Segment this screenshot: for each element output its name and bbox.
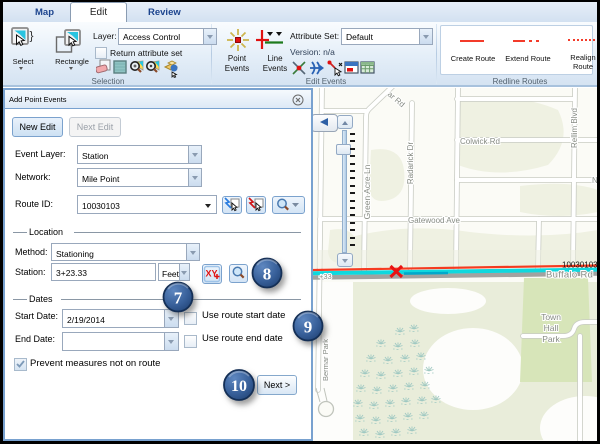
svg-text:}: } bbox=[30, 29, 34, 43]
svg-text:Hall: Hall bbox=[544, 323, 559, 333]
svg-text:Buffalo Rd: Buffalo Rd bbox=[546, 270, 593, 281]
svg-text:Radarick Dr: Radarick Dr bbox=[406, 142, 415, 185]
svg-text:9: 9 bbox=[304, 318, 313, 337]
svg-text:8: 8 bbox=[263, 265, 272, 284]
svg-text:10: 10 bbox=[231, 378, 247, 395]
svg-text:Gatewood Ave: Gatewood Ave bbox=[408, 216, 460, 225]
svg-text:Rellim Blvd: Rellim Blvd bbox=[570, 108, 579, 148]
svg-text:Town: Town bbox=[541, 312, 561, 322]
svg-text:Green Acre Ln: Green Acre Ln bbox=[362, 164, 372, 219]
svg-text:Park: Park bbox=[542, 334, 560, 344]
svg-text:10030103: 10030103 bbox=[562, 261, 598, 270]
svg-text:7: 7 bbox=[174, 289, 183, 308]
svg-text:Colwick Rd: Colwick Rd bbox=[460, 137, 500, 146]
svg-text:+33: +33 bbox=[319, 272, 332, 281]
